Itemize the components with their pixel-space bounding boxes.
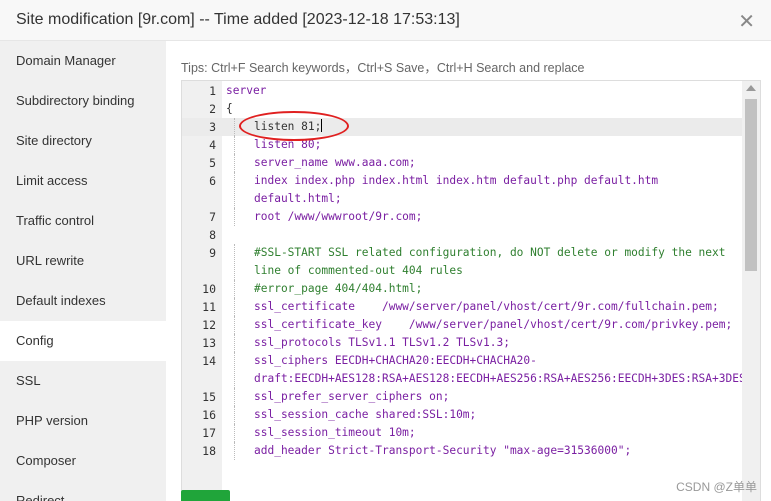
code-text: server (226, 84, 267, 97)
code-text: ssl_session_timeout 10m; (254, 426, 416, 439)
save-button[interactable] (181, 490, 230, 501)
sidebar-item-config[interactable]: Config (0, 321, 166, 361)
code-text: listen 80; (254, 138, 322, 151)
code-line[interactable]: 10 #error_page 404/404.html; (182, 280, 743, 298)
line-number: 6 (209, 174, 216, 188)
scroll-thumb[interactable] (745, 99, 757, 271)
line-number: 9 (209, 246, 216, 260)
line-number: 16 (202, 408, 216, 422)
code-text: index index.php index.html index.htm def… (254, 174, 665, 205)
code-lines[interactable]: 1 server 2 { 3 listen 81; 4 listen 80; 5… (182, 81, 760, 460)
code-text: server_name www.aaa.com; (254, 156, 416, 169)
editor-scrollbar[interactable] (742, 81, 760, 501)
code-text: ssl_protocols TLSv1.1 TLSv1.2 TLSv1.3; (254, 336, 510, 349)
scroll-up-icon[interactable] (746, 85, 756, 91)
line-number: 1 (209, 84, 216, 98)
text-cursor (321, 119, 323, 132)
code-line[interactable]: 13 ssl_protocols TLSv1.1 TLSv1.2 TLSv1.3… (182, 334, 743, 352)
sidebar-item-subdirectory-binding[interactable]: Subdirectory binding (0, 81, 166, 121)
code-text: listen 81; (254, 120, 322, 133)
line-number: 4 (209, 138, 216, 152)
code-text: ssl_prefer_server_ciphers on; (254, 390, 450, 403)
code-line[interactable]: 12 ssl_certificate_key /www/server/panel… (182, 316, 743, 334)
line-number: 18 (202, 444, 216, 458)
code-text: #SSL-START SSL related configuration, do… (254, 246, 733, 277)
code-line[interactable]: 1 server (182, 82, 743, 100)
code-line[interactable]: 18 add_header Strict-Transport-Security … (182, 442, 743, 460)
close-icon[interactable]: ✕ (738, 9, 755, 34)
line-number: 8 (209, 228, 216, 242)
window-title: Site modification [9r.com] -- Time added… (16, 11, 460, 28)
sidebar-item-site-directory[interactable]: Site directory (0, 121, 166, 161)
code-line[interactable]: 4 listen 80; (182, 136, 743, 154)
code-line-active[interactable]: 3 listen 81; (182, 118, 743, 136)
sidebar-item-traffic-control[interactable]: Traffic control (0, 201, 166, 241)
config-panel: Tips: Ctrl+F Search keywords，Ctrl+S Save… (166, 41, 771, 501)
tips-text: Tips: Ctrl+F Search keywords，Ctrl+S Save… (181, 61, 585, 75)
code-text: add_header Strict-Transport-Security "ma… (254, 444, 632, 457)
code-line[interactable]: 14 ssl_ciphers EECDH+CHACHA20:EECDH+CHAC… (182, 352, 760, 388)
line-number: 11 (202, 300, 216, 314)
code-text: root /www/wwwroot/9r.com; (254, 210, 423, 223)
sidebar-item-default-indexes[interactable]: Default indexes (0, 281, 166, 321)
line-number: 15 (202, 390, 216, 404)
sidebar: Domain Manager Subdirectory binding Site d… (0, 41, 166, 501)
code-line[interactable]: 16 ssl_session_cache shared:SSL:10m; (182, 406, 743, 424)
code-line[interactable]: 11 ssl_certificate /www/server/panel/vho… (182, 298, 743, 316)
watermark: CSDN @Z单单 (676, 480, 757, 494)
sidebar-item-php-version[interactable]: PHP version (0, 401, 166, 441)
title-bar: Site modification [9r.com] -- Time added… (0, 0, 771, 41)
line-number: 13 (202, 336, 216, 350)
code-text: ssl_certificate /www/server/panel/vhost/… (254, 300, 719, 313)
code-line[interactable]: 6 index index.php index.html index.htm d… (182, 172, 743, 208)
line-number: 7 (209, 210, 216, 224)
code-text: ssl_session_cache shared:SSL:10m; (254, 408, 477, 421)
code-editor[interactable]: 1 server 2 { 3 listen 81; 4 listen 80; 5… (181, 80, 761, 501)
code-text: ssl_ciphers EECDH+CHACHA20:EECDH+CHACHA2… (254, 354, 761, 385)
code-line[interactable]: 7 root /www/wwwroot/9r.com; (182, 208, 743, 226)
line-number: 2 (209, 102, 216, 116)
line-number: 5 (209, 156, 216, 170)
line-number: 3 (209, 120, 216, 134)
code-line[interactable]: 2 { (182, 100, 743, 118)
line-number: 12 (202, 318, 216, 332)
line-number: 17 (202, 426, 216, 440)
sidebar-item-ssl[interactable]: SSL (0, 361, 166, 401)
code-line[interactable]: 5 server_name www.aaa.com; (182, 154, 743, 172)
sidebar-item-redirect[interactable]: Redirect (0, 481, 166, 501)
code-text: ssl_certificate_key /www/server/panel/vh… (254, 318, 733, 331)
line-number: 10 (202, 282, 216, 296)
code-line[interactable]: 17 ssl_session_timeout 10m; (182, 424, 743, 442)
code-text: #error_page 404/404.html; (254, 282, 423, 295)
sidebar-item-limit-access[interactable]: Limit access (0, 161, 166, 201)
code-text: { (226, 102, 233, 115)
sidebar-item-composer[interactable]: Composer (0, 441, 166, 481)
sidebar-item-domain-manager[interactable]: Domain Manager (0, 41, 166, 81)
code-line[interactable]: 8 (182, 226, 743, 244)
code-line[interactable]: 15 ssl_prefer_server_ciphers on; (182, 388, 743, 406)
code-line[interactable]: 9 #SSL-START SSL related configuration, … (182, 244, 743, 280)
line-number: 14 (202, 354, 216, 368)
sidebar-item-url-rewrite[interactable]: URL rewrite (0, 241, 166, 281)
